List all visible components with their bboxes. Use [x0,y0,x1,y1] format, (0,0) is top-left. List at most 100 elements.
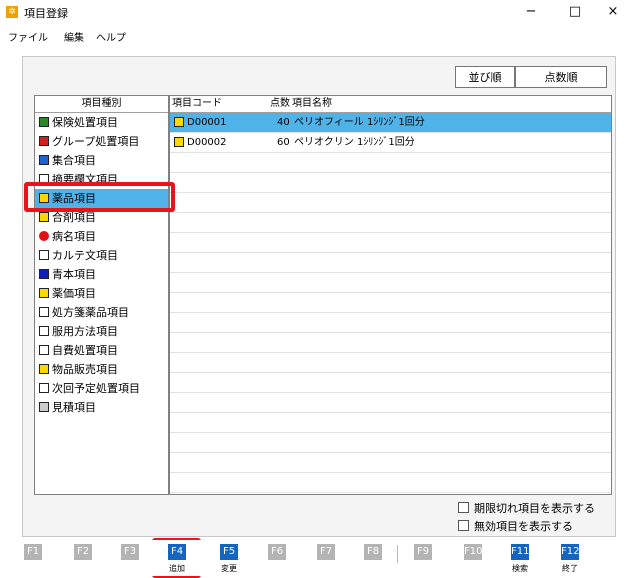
category-list[interactable]: 項目種別 保険処置項目 グループ処置項目 集合項目 摘要欄文項目 薬品項目 合剤項目 病名項… [34,95,169,495]
table-row[interactable] [170,293,611,313]
prescription-icon [39,307,49,317]
minimize-button[interactable]: − [513,0,549,24]
category-label: 青本項目 [52,268,96,281]
header-code[interactable]: 項目コード [172,96,222,112]
red-circle-icon [39,231,49,241]
fkey-f7[interactable]: F7 [317,544,335,560]
table-row[interactable] [170,393,611,413]
table-row[interactable] [170,353,611,373]
fkey-f5[interactable]: F5 [220,544,238,560]
category-item[interactable]: 集合項目 [35,151,168,170]
table-row[interactable] [170,153,611,173]
show-expired-checkbox[interactable]: 期限切れ項目を表示する [458,500,595,516]
fkey-f4[interactable]: F4 [168,544,186,560]
table-row[interactable] [170,413,611,433]
category-header: 項目種別 [35,96,168,113]
menu-bar: ファイル 編集 ヘルプ [0,27,631,45]
fkey-f11[interactable]: F11 [511,544,529,560]
fkey-f3[interactable]: F3 [121,544,139,560]
red-yellow-square-icon [39,136,49,146]
table-row[interactable] [170,433,611,453]
chart-note-icon [39,250,49,260]
mixture-icon [39,212,49,222]
item-grid[interactable]: 項目コード 点数 項目名称 D00001 40 ペリオフィール 1ｼﾘﾝｼﾞ1回分 D… [169,95,612,495]
category-item[interactable]: カルテ文項目 [35,246,168,265]
fkey-separator [397,545,398,563]
table-row[interactable] [170,193,611,213]
fkey-f2[interactable]: F2 [74,544,92,560]
cell-score: 40 [277,117,290,128]
category-label: カルテ文項目 [52,249,118,262]
fkey-f8[interactable]: F8 [364,544,382,560]
table-row[interactable] [170,213,611,233]
dosage-note-icon [39,326,49,336]
close-button[interactable]: × [595,0,631,24]
category-item[interactable]: 病名項目 [35,227,168,246]
category-label: 集合項目 [52,154,96,167]
maximize-button[interactable]: □ [557,0,593,24]
category-item[interactable]: 薬価項目 [35,284,168,303]
fkey-f12[interactable]: F12 [561,544,579,560]
category-label: 合剤項目 [52,211,96,224]
category-item[interactable]: グループ処置項目 [35,132,168,151]
table-row[interactable] [170,373,611,393]
menu-edit[interactable]: 編集 [64,29,84,44]
checkbox-box[interactable] [458,502,469,513]
cell-code: D00001 [187,117,227,128]
category-item[interactable]: 自費処置項目 [35,341,168,360]
category-item[interactable]: 処方箋薬品項目 [35,303,168,322]
header-name[interactable]: 項目名称 [292,96,332,112]
table-row[interactable]: D00001 40 ペリオフィール 1ｼﾘﾝｼﾞ1回分 [170,113,611,133]
checkbox-box[interactable] [458,520,469,531]
category-label: 見積項目 [52,401,96,414]
fkey-label: 変更 [221,564,237,573]
fkey-label: 終了 [562,564,578,573]
cell-name: ペリオフィール 1ｼﾘﾝｼﾞ1回分 [294,117,425,128]
category-item[interactable]: 服用方法項目 [35,322,168,341]
category-label: 自費処置項目 [52,344,118,357]
category-item[interactable]: 保険処置項目 [35,113,168,132]
self-pay-icon [39,345,49,355]
table-row[interactable] [170,473,611,493]
category-label: 保険処置項目 [52,116,118,129]
fkey-f10[interactable]: F10 [464,544,482,560]
cell-code: D00002 [187,137,227,148]
highlight-medicine-item [24,182,175,212]
green-square-icon [39,117,49,127]
category-label: 次回予定処置項目 [52,382,140,395]
table-row[interactable] [170,313,611,333]
category-item[interactable]: 次回予定処置項目 [35,379,168,398]
category-label: 物品販売項目 [52,363,118,376]
header-score[interactable]: 点数 [270,96,290,112]
next-plan-icon [39,383,49,393]
table-row[interactable] [170,453,611,473]
menu-help[interactable]: ヘルプ [96,29,126,44]
table-row[interactable]: D00002 60 ペリオクリン 1ｼﾘﾝｼﾞ1回分 [170,133,611,153]
fkey-f6[interactable]: F6 [268,544,286,560]
medicine-note-icon [174,137,184,147]
price-note-icon [39,288,49,298]
function-key-bar [0,540,631,576]
table-row[interactable] [170,273,611,293]
menu-file[interactable]: ファイル [8,29,48,44]
category-item[interactable]: 見積項目 [35,398,168,417]
table-row[interactable] [170,493,611,494]
category-item[interactable]: 物品販売項目 [35,360,168,379]
category-label: グループ処置項目 [52,135,140,148]
table-row[interactable] [170,333,611,353]
sort-order-button[interactable]: 並び順 [455,66,515,88]
fkey-f1[interactable]: F1 [24,544,42,560]
estimate-grid-icon [39,402,49,412]
fkey-label: 追加 [169,564,185,573]
fkey-f9[interactable]: F9 [414,544,432,560]
show-invalid-checkbox[interactable]: 無効項目を表示する [458,518,573,534]
table-row[interactable] [170,173,611,193]
category-label: 病名項目 [52,230,96,243]
category-label: 服用方法項目 [52,325,118,338]
sort-score-button[interactable]: 点数順 [515,66,607,88]
category-item[interactable]: 青本項目 [35,265,168,284]
title-bar: ✲ 項目登録 − □ × [0,0,631,24]
table-row[interactable] [170,233,611,253]
cell-score: 60 [277,137,290,148]
table-row[interactable] [170,253,611,273]
